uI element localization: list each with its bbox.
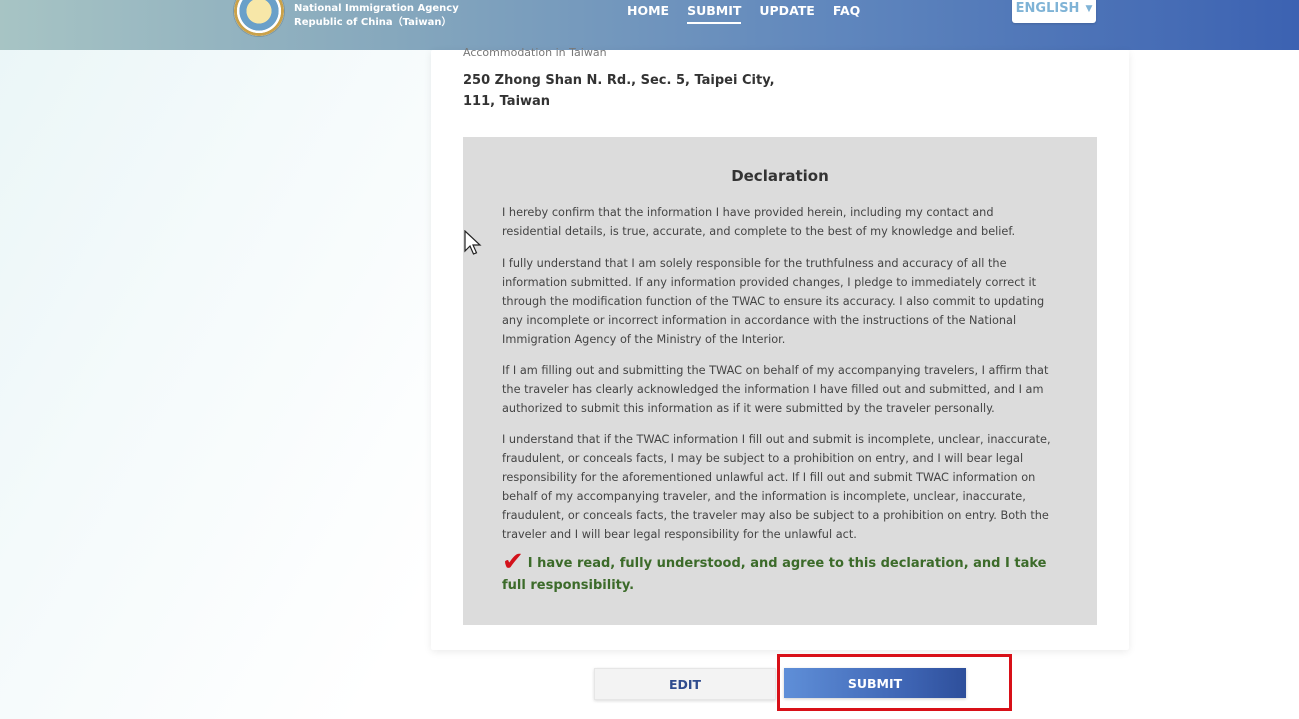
chevron-down-icon: ▼ (1085, 3, 1093, 14)
accommodation-value: 250 Zhong Shan N. Rd., Sec. 5, Taipei Ci… (463, 73, 775, 109)
language-select-value: ENGLISH (1015, 1, 1080, 16)
main-nav: HOME SUBMIT UPDATE FAQ (627, 3, 878, 24)
declaration-paragraph-4: I understand that if the TWAC informatio… (502, 433, 1051, 541)
declaration-paragraph-3: If I am filling out and submitting the T… (502, 364, 1049, 415)
agency-logo[interactable] (234, 0, 284, 36)
declaration-paragraph-2: I fully understand that I am solely resp… (502, 257, 1045, 346)
top-header: National Immigration Agency Republic of … (0, 0, 1299, 50)
agency-name-line1: National Immigration Agency (294, 3, 459, 14)
nav-update[interactable]: UPDATE (759, 3, 814, 24)
language-select[interactable]: ENGLISH ▼ (1012, 0, 1096, 23)
accommodation-label: Accommodation in Taiwan (463, 46, 607, 59)
edit-button[interactable]: EDIT (594, 668, 776, 700)
nav-home[interactable]: HOME (627, 3, 669, 24)
agree-label: I have read, fully understood, and agree… (502, 556, 1047, 593)
nav-faq[interactable]: FAQ (833, 3, 860, 24)
declaration-paragraph-1: I hereby confirm that the information I … (502, 206, 1016, 238)
checkmark-icon[interactable]: ✔ (502, 549, 524, 575)
mouse-cursor-icon (464, 230, 482, 255)
declaration-panel: Declaration I hereby confirm that the in… (463, 137, 1097, 625)
nav-submit[interactable]: SUBMIT (687, 3, 742, 24)
agency-name-line2: Republic of China（Taiwan） (294, 17, 452, 28)
agree-checkbox-row[interactable]: ✔ I have read, fully understood, and agre… (502, 549, 1054, 597)
agency-name: National Immigration Agency Republic of … (294, 2, 459, 30)
declaration-title: Declaration (731, 167, 829, 185)
submit-highlight-box (777, 654, 1012, 711)
